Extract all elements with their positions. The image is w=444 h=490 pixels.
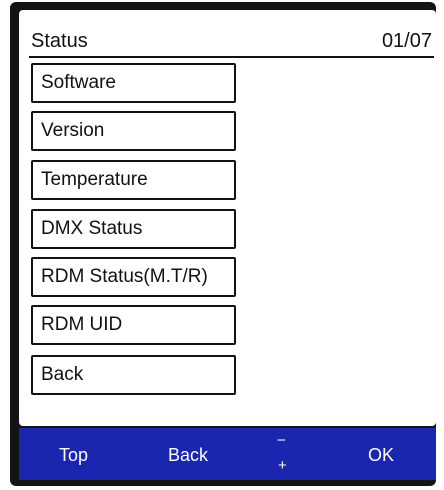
menu-item-back[interactable]: Back: [31, 355, 236, 395]
menu-item-rdm-uid[interactable]: RDM UID: [31, 305, 236, 345]
top-softkey[interactable]: Top: [59, 445, 88, 465]
lcd-screen: Status 01/07 Software Version Temperatur…: [19, 10, 436, 426]
menu-item-version[interactable]: Version: [31, 111, 236, 151]
minus-softkey[interactable]: −: [277, 433, 286, 448]
screen-header: Status 01/07: [29, 26, 434, 58]
menu-item-dmx-status[interactable]: DMX Status: [31, 209, 236, 249]
softkey-bar: Top Back − + OK: [19, 428, 436, 480]
ok-softkey[interactable]: OK: [368, 445, 394, 465]
page-title: Status: [31, 30, 88, 52]
back-softkey[interactable]: Back: [168, 445, 208, 465]
menu-item-software[interactable]: Software: [31, 63, 236, 103]
menu-item-temperature[interactable]: Temperature: [31, 160, 236, 200]
menu-item-rdm-status[interactable]: RDM Status(M.T/R): [31, 257, 236, 297]
page-indicator: 01/07: [381, 30, 432, 52]
plus-softkey[interactable]: +: [278, 458, 287, 473]
